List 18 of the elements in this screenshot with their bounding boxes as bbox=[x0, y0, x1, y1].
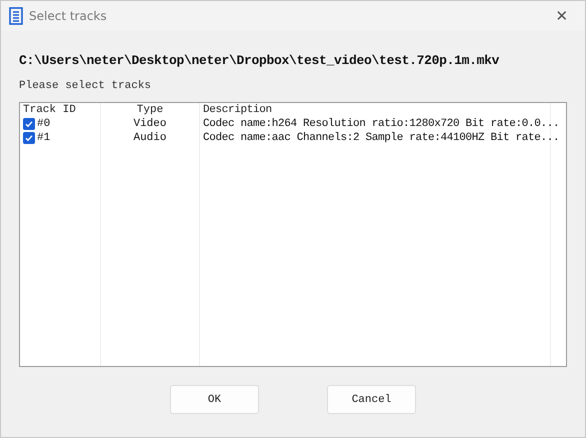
list-icon bbox=[9, 7, 23, 25]
track-type: Audio bbox=[133, 132, 166, 144]
window-title: Select tracks bbox=[29, 9, 108, 23]
track-description: Codec name:h264 Resolution ratio:1280x720 Bit rate:0.0... bbox=[203, 118, 560, 130]
column-header[interactable]: Description bbox=[200, 103, 551, 117]
column-header[interactable]: Track ID bbox=[20, 103, 101, 117]
close-button[interactable]: ✕ bbox=[539, 1, 585, 31]
track-id: #1 bbox=[37, 131, 50, 145]
checkbox[interactable] bbox=[23, 132, 35, 144]
file-path: C:\Users\neter\Desktop\neter\Dropbox\test_video\test.720p.1m.mkv bbox=[19, 53, 500, 68]
prompt-text: Please select tracks bbox=[19, 80, 152, 92]
checkbox[interactable] bbox=[23, 118, 35, 130]
track-type: Video bbox=[133, 118, 166, 130]
dialog-button[interactable]: Cancel bbox=[327, 385, 416, 414]
track-description: Codec name:aac Channels:2 Sample rate:44100HZ Bit rate... bbox=[203, 132, 560, 144]
column-header[interactable]: Type bbox=[101, 103, 200, 117]
track-id: #0 bbox=[37, 117, 50, 131]
dialog-button[interactable]: OK bbox=[170, 385, 259, 414]
